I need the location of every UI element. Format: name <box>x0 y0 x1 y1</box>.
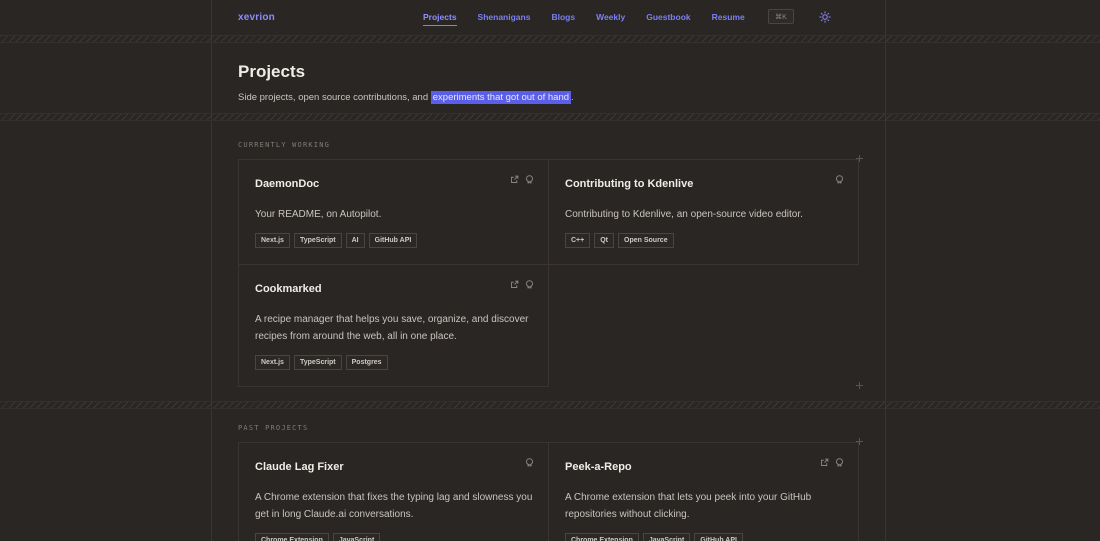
project-title: Contributing to Kdenlive <box>565 178 694 190</box>
tag-list: Next.js TypeScript Postgres <box>255 355 388 370</box>
external-link-icon[interactable] <box>510 280 519 289</box>
project-card-peek-a-repo[interactable]: Peek-a-Repo A Chrome extension that lets… <box>548 442 859 541</box>
tag: Qt <box>594 233 615 248</box>
tag: JavaScript <box>642 533 691 541</box>
subtitle-end: . <box>571 92 574 103</box>
project-description: A Chrome extension that fixes the typing… <box>255 492 533 520</box>
project-card-daemondoc[interactable]: DaemonDoc Your README, on Autopilot. Nex… <box>238 159 549 265</box>
page-container: xevrion Projects Shenanigans Blogs Weekl… <box>212 0 886 541</box>
nav-links: Projects Shenanigans Blogs Weekly Guestb… <box>423 0 766 34</box>
nav-link-weekly[interactable]: Weekly <box>596 12 625 22</box>
sun-icon <box>819 11 831 23</box>
page-header: Projects Side projects, open source cont… <box>238 62 574 104</box>
past-projects-grid: Claude Lag Fixer A Chrome extension that… <box>238 438 863 541</box>
project-card-cookmarked[interactable]: Cookmarked A recipe manager that helps y… <box>238 264 549 387</box>
section-label-past: PAST PROJECTS <box>238 424 309 432</box>
tag: JavaScript <box>332 533 381 541</box>
tag: Postgres <box>345 355 388 370</box>
page-title: Projects <box>238 62 306 81</box>
github-icon[interactable] <box>835 175 844 184</box>
tag: Open Source <box>618 233 674 248</box>
tag: Chrome Extension <box>565 533 639 541</box>
tag: Chrome Extension <box>255 533 329 541</box>
tag: Next.js <box>255 233 290 248</box>
project-description: A Chrome extension that lets you peek in… <box>565 492 812 520</box>
project-description: A recipe manager that helps you save, or… <box>255 314 529 342</box>
tag-list: C++ Qt Open Source <box>565 233 674 248</box>
project-card-kdenlive[interactable]: Contributing to Kdenlive Contributing to… <box>548 159 859 265</box>
project-description: Your README, on Autopilot. <box>255 209 382 220</box>
current-projects-grid: DaemonDoc Your README, on Autopilot. Nex… <box>238 155 863 389</box>
nav-link-resume[interactable]: Resume <box>712 12 745 22</box>
github-icon[interactable] <box>835 458 844 467</box>
tag: GitHub API <box>694 533 743 541</box>
tag: TypeScript <box>293 233 342 248</box>
card-actions <box>820 458 844 467</box>
github-icon[interactable] <box>525 175 534 184</box>
tag: Next.js <box>255 355 290 370</box>
section-label-current: CURRENTLY WORKING <box>238 141 331 149</box>
tag: TypeScript <box>293 355 342 370</box>
github-icon[interactable] <box>525 458 534 467</box>
project-title: DaemonDoc <box>255 178 320 190</box>
project-title: Peek-a-Repo <box>565 461 632 473</box>
brand-logo-link[interactable]: xevrion <box>238 12 275 23</box>
command-menu-button[interactable]: ⌘K <box>768 9 794 24</box>
corner-plus <box>856 382 863 389</box>
project-title: Claude Lag Fixer <box>255 461 344 473</box>
tag: GitHub API <box>368 233 418 248</box>
nav-link-projects[interactable]: Projects <box>423 12 457 26</box>
subtitle-text: Side projects, open source contributions… <box>238 92 431 103</box>
nav-link-blogs[interactable]: Blogs <box>551 12 575 22</box>
project-description: Contributing to Kdenlive, an open-source… <box>565 209 803 220</box>
tag-list: Chrome Extension JavaScript <box>255 533 381 541</box>
card-actions <box>525 458 534 467</box>
nav-link-shenanigans[interactable]: Shenanigans <box>478 12 531 22</box>
external-link-icon[interactable] <box>820 458 829 467</box>
tag-list: Next.js TypeScript AI GitHub API <box>255 233 418 248</box>
tag-list: Chrome Extension JavaScript GitHub API <box>565 533 743 541</box>
theme-toggle-button[interactable] <box>818 10 832 24</box>
external-link-icon[interactable] <box>510 175 519 184</box>
nav-link-guestbook[interactable]: Guestbook <box>646 12 690 22</box>
page-subtitle: Side projects, open source contributions… <box>238 91 574 104</box>
github-icon[interactable] <box>525 280 534 289</box>
tag: AI <box>345 233 365 248</box>
card-actions <box>510 280 534 289</box>
tag: C++ <box>565 233 591 248</box>
project-title: Cookmarked <box>255 283 322 295</box>
subtitle-highlight: experiments that got out of hand <box>430 91 572 104</box>
project-card-claude-lag-fixer[interactable]: Claude Lag Fixer A Chrome extension that… <box>238 442 549 541</box>
card-actions <box>510 175 534 184</box>
card-actions <box>835 175 844 184</box>
